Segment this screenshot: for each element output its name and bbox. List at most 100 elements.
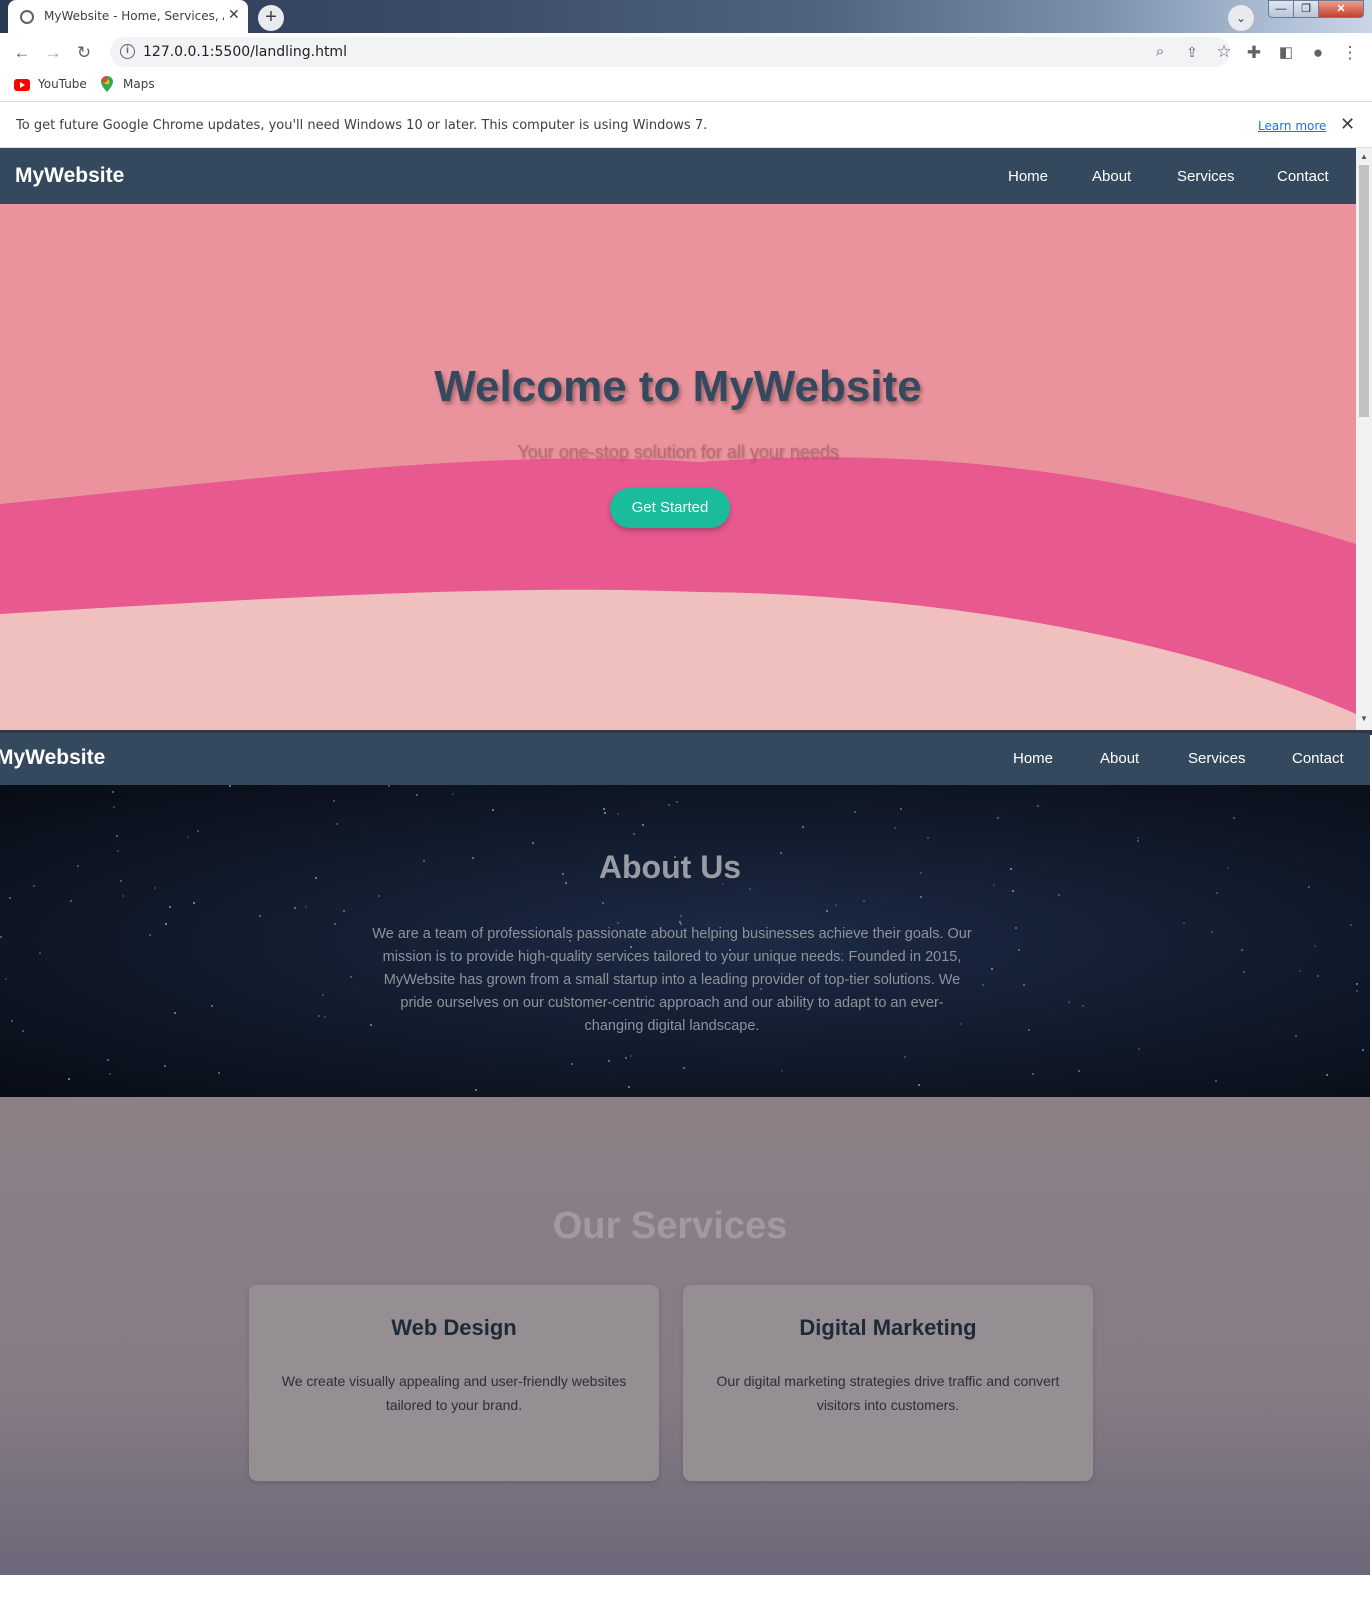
service-card-text: We create visually appealing and user-fr… bbox=[281, 1373, 627, 1413]
update-infobar: To get future Google Chrome updates, you… bbox=[0, 102, 1372, 148]
star-dot bbox=[122, 895, 124, 897]
star-dot bbox=[1138, 1048, 1140, 1050]
nav-about[interactable]: About bbox=[1100, 750, 1139, 767]
services-section: Our Services Web Design We create visual… bbox=[0, 1097, 1370, 1575]
star-dot bbox=[1137, 837, 1139, 839]
page-bottom-margin bbox=[0, 1575, 1372, 1612]
minimize-button[interactable]: — bbox=[1268, 0, 1294, 18]
nav-home[interactable]: Home bbox=[1013, 750, 1053, 767]
scroll-up-arrow-icon[interactable]: ▲ bbox=[1360, 152, 1368, 161]
nav-contact[interactable]: Contact bbox=[1292, 750, 1344, 767]
infobar-message: To get future Google Chrome updates, you… bbox=[16, 118, 708, 133]
window-close-button[interactable]: ✕ bbox=[1318, 0, 1364, 18]
star-dot bbox=[625, 1057, 627, 1059]
star-dot bbox=[1023, 984, 1025, 986]
star-dot bbox=[1215, 1080, 1217, 1082]
side-panel-icon[interactable]: ◧ bbox=[1274, 41, 1298, 65]
star-dot bbox=[628, 1086, 630, 1088]
star-dot bbox=[1058, 894, 1060, 896]
address-bar[interactable]: i 127.0.0.1:5500/landling.html ⌕ ⇪ ☆ bbox=[110, 37, 1232, 67]
star-dot bbox=[229, 785, 231, 787]
scrollbar-thumb[interactable] bbox=[1359, 165, 1369, 417]
nav-about[interactable]: About bbox=[1092, 168, 1131, 185]
star-dot bbox=[305, 906, 307, 908]
nav-contact[interactable]: Contact bbox=[1277, 168, 1329, 185]
star-dot bbox=[630, 1055, 632, 1057]
star-dot bbox=[1356, 983, 1358, 985]
star-dot bbox=[781, 1070, 783, 1072]
nav-services[interactable]: Services bbox=[1188, 750, 1246, 767]
star-dot bbox=[218, 1072, 220, 1074]
star-dot bbox=[642, 824, 644, 826]
close-icon[interactable]: ✕ bbox=[1340, 114, 1355, 135]
bookmark-star-icon[interactable]: ☆ bbox=[1212, 40, 1236, 64]
star-dot bbox=[1317, 975, 1319, 977]
star-dot bbox=[997, 817, 999, 819]
star-dot bbox=[416, 794, 418, 796]
star-dot bbox=[1308, 886, 1310, 888]
scroll-down-arrow-icon[interactable]: ▼ bbox=[1360, 714, 1368, 723]
star-dot bbox=[378, 895, 380, 897]
service-card-title: Digital Marketing bbox=[799, 1315, 977, 1340]
menu-kebab-icon[interactable]: ⋮ bbox=[1338, 41, 1362, 65]
star-dot bbox=[11, 1020, 13, 1022]
bookmark-maps[interactable]: Maps bbox=[123, 77, 155, 91]
star-dot bbox=[333, 800, 335, 802]
page-viewport-bottom: MyWebsite Home About Services Contact Ab… bbox=[0, 733, 1370, 1575]
star-dot bbox=[604, 812, 606, 814]
zoom-icon[interactable]: ⌕ bbox=[1148, 40, 1172, 64]
nav-services[interactable]: Services bbox=[1177, 168, 1235, 185]
services-title: Our Services bbox=[552, 1205, 788, 1247]
star-dot bbox=[112, 791, 114, 793]
star-dot bbox=[9, 897, 11, 899]
star-dot bbox=[475, 1089, 477, 1091]
new-tab-button[interactable]: + bbox=[258, 5, 284, 31]
learn-more-link[interactable]: Learn more bbox=[1258, 119, 1326, 133]
star-dot bbox=[322, 994, 324, 996]
star-dot bbox=[39, 952, 41, 954]
reload-icon[interactable]: ↻ bbox=[72, 41, 96, 65]
close-tab-icon[interactable]: ✕ bbox=[228, 6, 240, 23]
get-started-button[interactable]: Get Started bbox=[610, 488, 730, 528]
extensions-icon[interactable]: ✚ bbox=[1242, 41, 1266, 65]
star-dot bbox=[1362, 1049, 1364, 1051]
hero-wave-background bbox=[0, 204, 1356, 730]
nav-home[interactable]: Home bbox=[1008, 168, 1048, 185]
star-dot bbox=[343, 910, 345, 912]
profile-avatar-icon[interactable]: ● bbox=[1306, 41, 1330, 65]
site-logo[interactable]: MyWebsite bbox=[15, 164, 124, 188]
star-dot bbox=[532, 842, 534, 844]
star-dot bbox=[1216, 892, 1218, 894]
about-section: About Us We are a team of professionals … bbox=[0, 785, 1370, 1097]
star-dot bbox=[894, 827, 896, 829]
bookmarks-bar: YouTube Maps bbox=[0, 71, 1372, 102]
browser-tab[interactable]: MyWebsite - Home, Services, Ab ✕ bbox=[8, 0, 248, 33]
star-dot bbox=[109, 1073, 111, 1075]
url-text[interactable]: 127.0.0.1:5500/landling.html bbox=[143, 44, 347, 60]
page-viewport-top: MyWebsite Home About Services Contact We… bbox=[0, 148, 1356, 730]
star-dot bbox=[1326, 1074, 1328, 1076]
bookmark-youtube[interactable]: YouTube bbox=[38, 77, 87, 91]
tab-search-icon[interactable]: ⌄ bbox=[1228, 5, 1254, 31]
star-dot bbox=[324, 1016, 326, 1018]
star-dot bbox=[452, 793, 454, 795]
back-icon[interactable]: ← bbox=[10, 41, 34, 65]
site-navbar: MyWebsite Home About Services Contact bbox=[0, 148, 1356, 204]
about-text: We are a team of professionals passionat… bbox=[372, 926, 972, 1034]
star-dot bbox=[1243, 971, 1245, 973]
site-logo[interactable]: MyWebsite bbox=[0, 746, 105, 770]
star-dot bbox=[680, 915, 682, 917]
star-dot bbox=[174, 1012, 176, 1014]
share-icon[interactable]: ⇪ bbox=[1180, 40, 1204, 64]
forward-icon[interactable]: → bbox=[41, 41, 65, 65]
star-dot bbox=[863, 900, 865, 902]
star-dot bbox=[22, 1030, 24, 1032]
star-dot bbox=[927, 837, 929, 839]
tab-title: MyWebsite - Home, Services, Ab bbox=[44, 9, 224, 23]
site-info-icon[interactable]: i bbox=[120, 44, 135, 59]
star-dot bbox=[749, 888, 751, 890]
maximize-button[interactable]: ❐ bbox=[1293, 0, 1319, 18]
star-dot bbox=[826, 910, 828, 912]
hero-title: Welcome to MyWebsite bbox=[434, 362, 922, 411]
star-dot bbox=[5, 978, 7, 980]
